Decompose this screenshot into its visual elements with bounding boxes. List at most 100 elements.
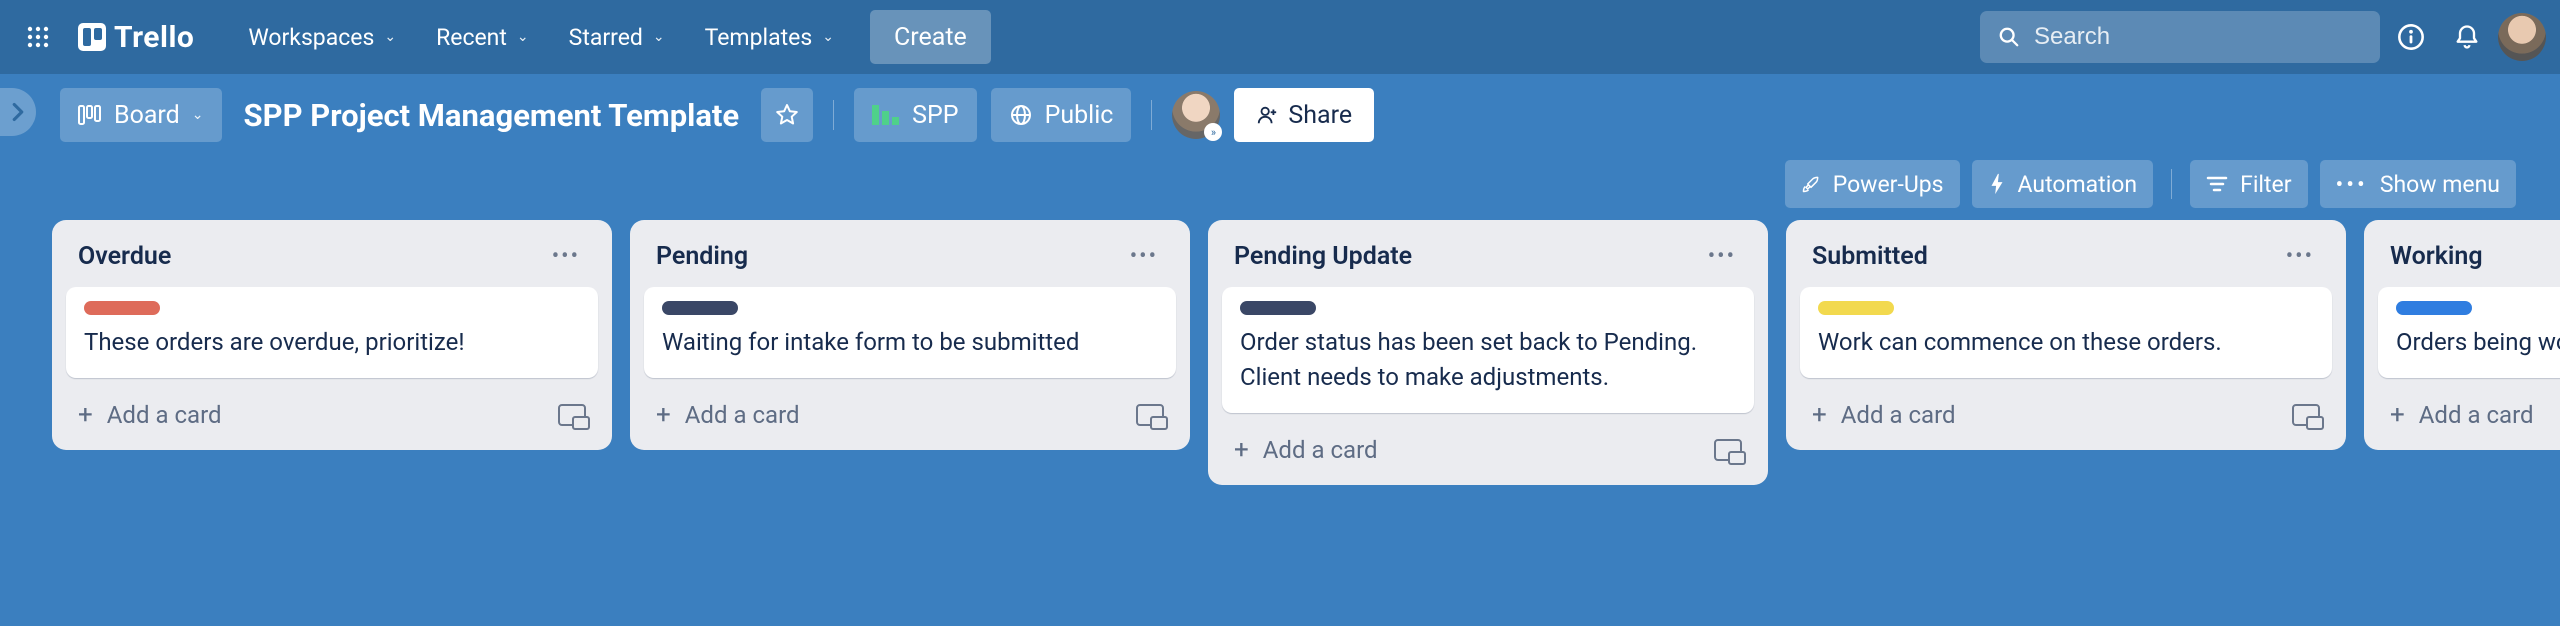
list-menu-icon[interactable]: •••: [546, 240, 586, 273]
list-title[interactable]: Working: [2390, 242, 2483, 271]
board-icon: [78, 105, 102, 125]
card-label[interactable]: [84, 301, 160, 315]
card-template-icon[interactable]: [558, 404, 586, 426]
card-label[interactable]: [662, 301, 738, 315]
plus-icon: +: [1812, 400, 1827, 430]
filter-button[interactable]: Filter: [2190, 160, 2307, 208]
info-icon[interactable]: [2386, 12, 2436, 62]
nav-starred[interactable]: Starred ⌄: [551, 13, 683, 61]
add-card-button[interactable]: + Add a card: [66, 390, 598, 440]
person-add-icon: [1256, 104, 1278, 126]
board-member-avatar[interactable]: »: [1172, 91, 1220, 139]
divider: [833, 100, 834, 130]
show-menu-button[interactable]: ••• Show menu: [2320, 160, 2516, 208]
user-avatar[interactable]: [2498, 13, 2546, 61]
divider: [2171, 169, 2172, 199]
board-header: Board ⌄ SPP Project Management Template …: [0, 74, 2560, 216]
search-box[interactable]: [1980, 11, 2380, 63]
top-nav: Trello Workspaces ⌄ Recent⌄ Starred ⌄ Temp…: [0, 0, 2560, 74]
star-button[interactable]: [761, 88, 813, 142]
ellipsis-icon: •••: [2336, 171, 2368, 198]
logo-text: Trello: [114, 20, 194, 55]
add-card-label: Add a card: [685, 401, 800, 429]
spp-logo-icon: [872, 105, 900, 125]
card-label[interactable]: [2396, 301, 2472, 315]
share-button[interactable]: Share: [1234, 88, 1374, 142]
card[interactable]: Order status has been set back to Pendin…: [1222, 287, 1754, 413]
list-title[interactable]: Pending: [656, 242, 748, 271]
card[interactable]: These orders are overdue, prioritize!: [66, 287, 598, 378]
add-card-button[interactable]: + Add a card: [2378, 390, 2560, 440]
list-menu-icon[interactable]: •••: [2280, 240, 2320, 273]
search-input[interactable]: [2034, 23, 2362, 51]
chevron-down-icon: ⌄: [822, 29, 834, 45]
bolt-icon: [1988, 173, 2006, 195]
card-template-icon[interactable]: [1136, 404, 1164, 426]
card-label[interactable]: [1818, 301, 1894, 315]
card[interactable]: Work can commence on these orders.: [1800, 287, 2332, 378]
filter-icon: [2206, 175, 2228, 193]
card-template-icon[interactable]: [2292, 404, 2320, 426]
add-card-label: Add a card: [1841, 401, 1956, 429]
chevron-down-icon: ⌄: [653, 29, 665, 45]
nav-label: Workspaces: [248, 24, 374, 51]
list-title[interactable]: Pending Update: [1234, 242, 1412, 271]
board-header-wrap: Board ⌄ SPP Project Management Template …: [0, 74, 2560, 216]
showmenu-label: Show menu: [2380, 171, 2500, 198]
nav-workspaces[interactable]: Workspaces ⌄: [230, 13, 414, 61]
list-header: Pending •••: [644, 234, 1176, 287]
add-card-label: Add a card: [1263, 436, 1378, 464]
list: Overdue ••• These orders are overdue, prio…: [52, 220, 612, 450]
add-card-button[interactable]: + Add a card: [1800, 390, 2332, 440]
star-icon: [775, 103, 799, 127]
add-card-label: Add a card: [107, 401, 222, 429]
list-title[interactable]: Submitted: [1812, 242, 1928, 271]
notifications-icon[interactable]: [2442, 12, 2492, 62]
plus-icon: +: [78, 400, 93, 430]
card-text: Orders being worked on.: [2396, 325, 2560, 360]
view-label: Board: [114, 101, 180, 130]
add-card-button[interactable]: + Add a card: [1222, 425, 1754, 475]
card-label[interactable]: [1240, 301, 1316, 315]
admin-badge-icon: »: [1204, 123, 1222, 141]
automation-button[interactable]: Automation: [1972, 160, 2154, 208]
trello-mark-icon: [78, 23, 106, 51]
nav-label: Templates: [705, 24, 813, 51]
card[interactable]: Waiting for intake form to be submitted: [644, 287, 1176, 378]
app-switcher-icon[interactable]: [14, 13, 62, 61]
board-canvas[interactable]: Overdue ••• These orders are overdue, prio…: [0, 216, 2560, 485]
card-text: Work can commence on these orders.: [1818, 325, 2314, 360]
nav-templates[interactable]: Templates ⌄: [687, 13, 852, 61]
card[interactable]: Orders being worked on.: [2378, 287, 2560, 378]
chevron-down-icon: ⌄: [192, 107, 204, 123]
chevron-down-icon: ⌄: [384, 29, 396, 45]
list-menu-icon[interactable]: •••: [1702, 240, 1742, 273]
card-text: Waiting for intake form to be submitted: [662, 325, 1158, 360]
visibility-button[interactable]: Public: [991, 88, 1132, 142]
card-template-icon[interactable]: [1714, 439, 1742, 461]
trello-logo[interactable]: Trello: [68, 13, 204, 61]
visibility-label: Public: [1045, 101, 1114, 130]
nav-recent[interactable]: Recent⌄: [418, 13, 547, 61]
list: Pending ••• Waiting for intake form to be …: [630, 220, 1190, 450]
nav-menus: Workspaces ⌄ Recent⌄ Starred ⌄ Templates ⌄: [230, 13, 852, 61]
rocket-icon: [1801, 174, 1821, 194]
list: Submitted ••• Work can commence on these o…: [1786, 220, 2346, 450]
create-label: Create: [894, 23, 967, 52]
add-card-button[interactable]: +Add a card: [644, 390, 1176, 440]
powerups-label: Power-Ups: [1833, 171, 1944, 198]
list: Working•••Orders being worked on.+Add a …: [2364, 220, 2560, 450]
list-menu-icon[interactable]: •••: [1124, 240, 1164, 273]
create-button[interactable]: Create: [870, 10, 991, 64]
divider: [1151, 100, 1152, 130]
workspace-button[interactable]: SPP: [854, 88, 976, 142]
list-header: Overdue •••: [66, 234, 598, 287]
add-card-label: Add a card: [2419, 401, 2534, 429]
board-title[interactable]: SPP Project Management Template: [236, 97, 748, 134]
plus-icon: +: [2390, 400, 2405, 430]
view-switcher[interactable]: Board ⌄: [60, 88, 222, 142]
nav-label: Starred: [569, 24, 643, 51]
list-title[interactable]: Overdue: [78, 242, 171, 271]
plus-icon: +: [1234, 435, 1249, 465]
powerups-button[interactable]: Power-Ups: [1785, 160, 1960, 208]
